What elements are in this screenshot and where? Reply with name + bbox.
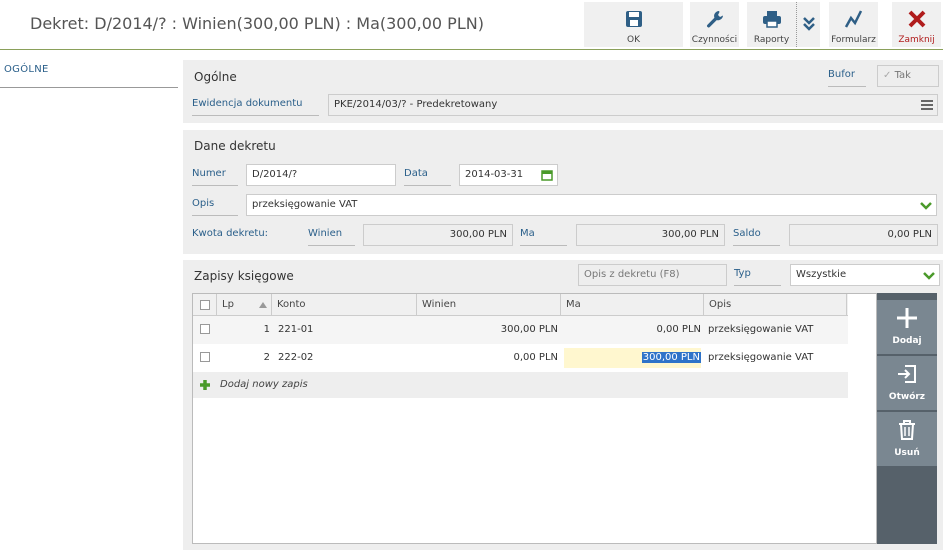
opis-input[interactable]: przeksięgowanie VAT: [246, 194, 937, 216]
general-panel: Ogólne Bufor ✓ Tak Ewidencja dokumentu P…: [183, 60, 943, 123]
column-header-konto[interactable]: Konto: [272, 294, 417, 316]
cell-konto[interactable]: 221-01: [278, 316, 313, 344]
opis-from-decree-button[interactable]: Opis z dekretu (F8): [578, 264, 727, 286]
left-nav: OGÓLNE: [0, 52, 178, 550]
decree-title: Dane dekretu: [194, 139, 276, 153]
ewidencja-field[interactable]: PKE/2014/03/? - Predekretowany: [328, 94, 938, 116]
check-icon: ✓: [883, 70, 892, 81]
opis-label: Opis: [192, 194, 238, 216]
add-new-label: Dodaj nowy zapis: [220, 379, 308, 390]
delete-label: Usuń: [894, 448, 920, 458]
column-header-ma[interactable]: Ma: [561, 294, 704, 316]
nav-item-general[interactable]: OGÓLNE: [0, 64, 178, 88]
ma-total: 300,00 PLN: [576, 224, 725, 246]
reports-label: Raporty: [753, 35, 790, 45]
trash-icon: [899, 420, 915, 440]
bufor-label: Bufor: [828, 65, 866, 87]
table-row[interactable]: 2 222-02 0,00 PLN 300,00 PLN przeksięgow…: [193, 344, 848, 372]
winien-label: Winien: [308, 224, 355, 246]
add-button[interactable]: Dodaj: [877, 300, 937, 354]
form-button[interactable]: Formularz: [829, 2, 878, 47]
row-checkbox[interactable]: [200, 324, 210, 334]
sign-in-icon: [898, 365, 916, 383]
double-chevron-down-icon: [803, 17, 815, 31]
delete-button[interactable]: Usuń: [877, 412, 937, 466]
opis-value: przeksięgowanie VAT: [252, 199, 358, 210]
cell-lp: 2: [263, 352, 270, 363]
close-button[interactable]: Zamknij: [892, 2, 941, 47]
save-icon: [625, 11, 642, 27]
form-label: Formularz: [831, 35, 876, 45]
select-all-checkbox[interactable]: [200, 300, 210, 310]
decree-panel: Dane dekretu Numer D/2014/? Data 2014-03…: [183, 130, 943, 254]
grid-actions: Dodaj Otwórz Usuń: [877, 293, 937, 544]
plus-icon: [200, 380, 210, 390]
cell-opis[interactable]: przeksięgowanie VAT: [708, 316, 813, 344]
column-header-winien[interactable]: Winien: [417, 294, 561, 316]
column-header-lp[interactable]: Lp: [217, 294, 272, 316]
add-new-row[interactable]: Dodaj nowy zapis: [193, 372, 848, 398]
close-label: Zamknij: [898, 35, 935, 45]
wrench-icon: [706, 11, 723, 28]
actions-button[interactable]: Czynności: [690, 2, 739, 47]
add-label: Dodaj: [892, 336, 922, 346]
grid-header: Lp Konto Winien Ma Opis: [193, 294, 848, 316]
chevron-down-icon[interactable]: [920, 200, 932, 212]
ok-label: OK: [627, 35, 640, 45]
entries-grid: Lp Konto Winien Ma Opis 1 221-01 300,00 …: [192, 293, 877, 544]
kwota-label: Kwota dekretu:: [192, 228, 269, 239]
data-label: Data: [404, 164, 451, 186]
chart-line-icon: [844, 10, 862, 28]
calendar-icon[interactable]: [541, 169, 553, 181]
ok-button[interactable]: OK: [584, 2, 683, 47]
column-header-opis[interactable]: Opis: [704, 294, 847, 316]
cell-ma[interactable]: 0,00 PLN: [561, 316, 701, 344]
cell-konto[interactable]: 222-02: [278, 344, 313, 372]
ewidencja-label: Ewidencja dokumentu: [192, 94, 319, 116]
printer-icon: [762, 11, 781, 28]
entries-title: Zapisy księgowe: [194, 269, 294, 283]
typ-label: Typ: [734, 264, 781, 286]
actions-label: Czynności: [691, 35, 738, 45]
typ-value: Wszystkie: [796, 269, 847, 280]
general-title: Ogólne: [194, 70, 237, 84]
select-all-cell: [193, 294, 217, 316]
reports-button[interactable]: Raporty: [747, 2, 796, 47]
window-title: Dekret: D/2014/? : Winien(300,00 PLN) : …: [30, 14, 484, 33]
more-reports-button[interactable]: [796, 2, 820, 47]
list-icon: [921, 100, 933, 110]
cell-lp: 1: [263, 324, 270, 335]
date-input[interactable]: 2014-03-31: [459, 164, 558, 186]
title-bar: Dekret: D/2014/? : Winien(300,00 PLN) : …: [0, 0, 943, 50]
saldo-label: Saldo: [733, 224, 780, 246]
cell-ma-editing[interactable]: 300,00 PLN: [564, 348, 701, 368]
date-value: 2014-03-31: [465, 169, 524, 180]
open-button[interactable]: Otwórz: [877, 356, 937, 410]
bufor-toggle[interactable]: ✓ Tak: [877, 65, 939, 87]
cell-opis[interactable]: przeksięgowanie VAT: [708, 344, 813, 372]
numer-input[interactable]: D/2014/?: [246, 164, 396, 186]
close-icon: [908, 10, 925, 28]
row-checkbox[interactable]: [200, 352, 210, 362]
sort-asc-icon: [259, 302, 267, 308]
ma-label: Ma: [520, 224, 567, 246]
table-row[interactable]: 1 221-01 300,00 PLN 0,00 PLN przeksięgow…: [193, 316, 848, 344]
open-label: Otwórz: [888, 392, 926, 402]
chevron-down-icon: [923, 272, 935, 280]
numer-label: Numer: [192, 164, 238, 186]
bufor-value: Tak: [894, 70, 911, 81]
winien-total: 300,00 PLN: [363, 224, 513, 246]
cell-ma-selected-text[interactable]: 300,00 PLN: [641, 352, 701, 363]
cell-winien[interactable]: 0,00 PLN: [417, 344, 558, 372]
plus-icon: [897, 308, 917, 328]
typ-select[interactable]: Wszystkie: [790, 264, 940, 286]
ewidencja-value: PKE/2014/03/? - Predekretowany: [334, 99, 498, 110]
column-header-lp-label: Lp: [222, 299, 234, 310]
saldo-total: 0,00 PLN: [789, 224, 938, 246]
cell-winien[interactable]: 300,00 PLN: [417, 316, 558, 344]
